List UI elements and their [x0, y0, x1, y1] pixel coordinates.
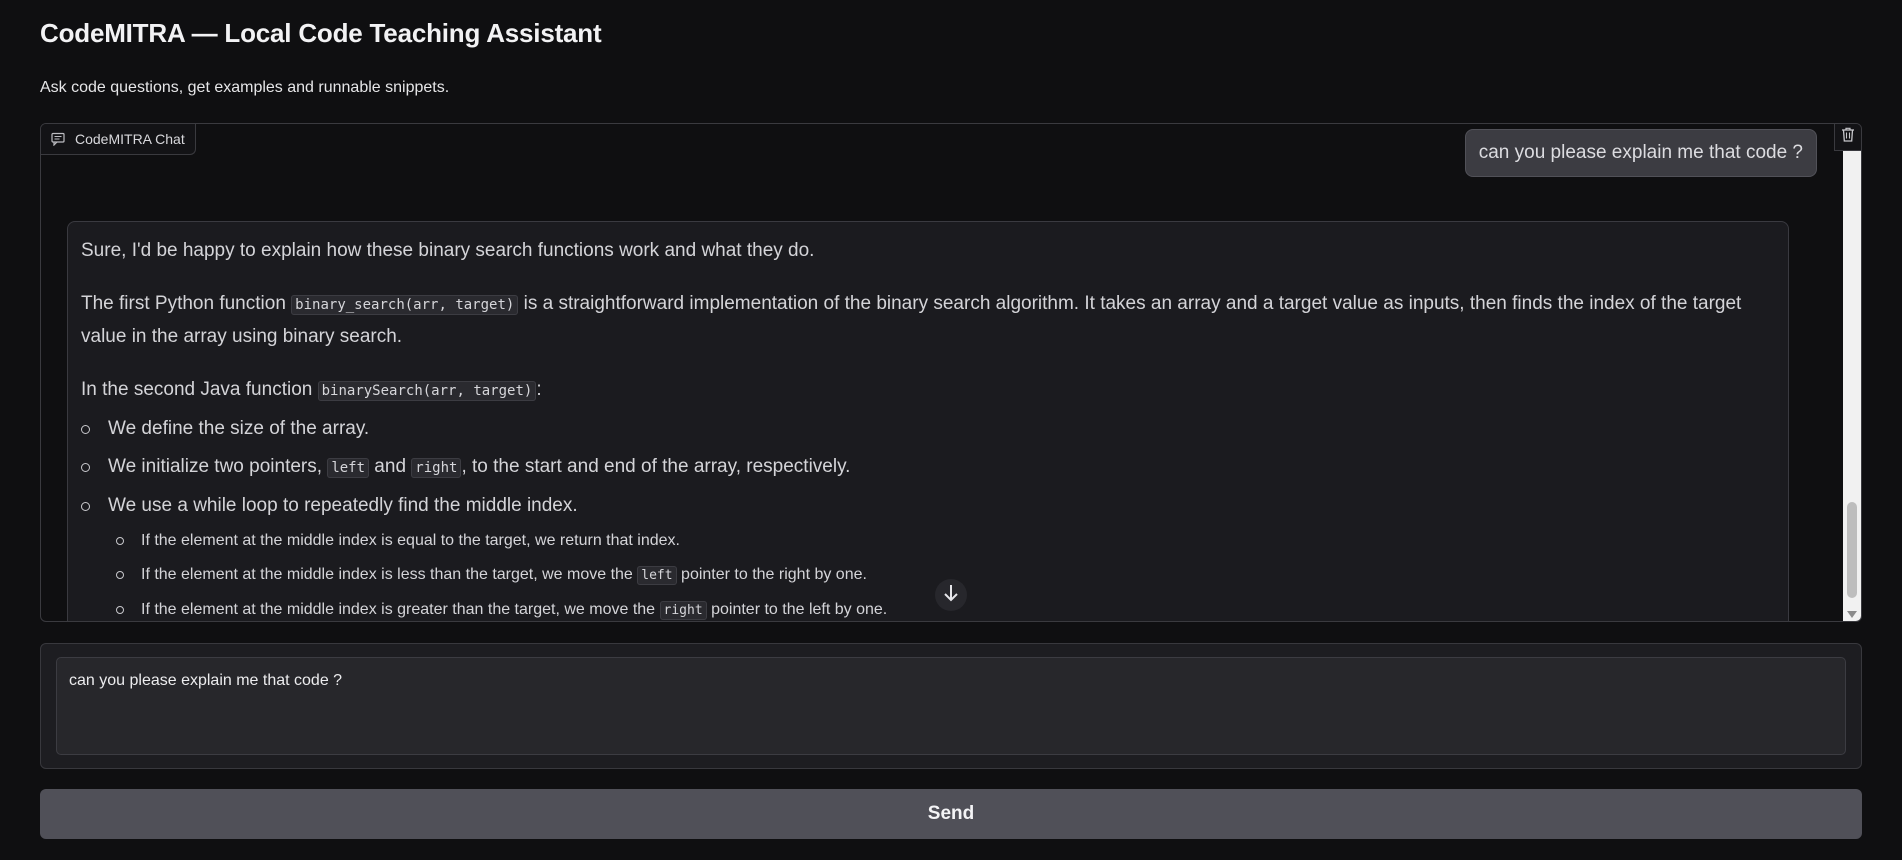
scroll-to-bottom-button[interactable] [935, 579, 967, 611]
send-button[interactable]: Send [40, 789, 1862, 839]
assistant-paragraph: The first Python function binary_search(… [81, 293, 1742, 347]
chatbot-panel: CodeMITRA Chat can you please explain me… [40, 123, 1862, 622]
nested-list-item: If the element at the middle index is eq… [108, 524, 1775, 558]
inline-code: right [659, 601, 707, 620]
page-title: CodeMITRA — Local Code Teaching Assistan… [40, 18, 602, 48]
inline-code: binary_search(arr, target) [291, 295, 519, 315]
chatbot-label-text: CodeMITRA Chat [75, 131, 185, 147]
message-input[interactable]: can you please explain me that code ? [56, 657, 1846, 755]
user-message: can you please explain me that code ? [1464, 129, 1817, 177]
chat-icon [51, 132, 65, 146]
inline-code: binarySearch(arr, target) [317, 381, 537, 401]
clear-chat-button[interactable] [1834, 124, 1861, 151]
chatbot-label: CodeMITRA Chat [41, 124, 196, 155]
list-item: We define the size of the array. [81, 413, 1775, 445]
trash-icon [1841, 127, 1855, 147]
assistant-message: Sure, I'd be happy to explain how these … [67, 221, 1789, 621]
assistant-paragraph: In the second Java function binarySearch… [81, 379, 542, 401]
inline-code: right [411, 458, 462, 478]
inline-code: left [327, 458, 370, 478]
chat-scrollbar[interactable] [1843, 150, 1861, 621]
arrow-down-icon [943, 584, 959, 607]
scrollbar-thumb[interactable] [1847, 502, 1857, 598]
message-input-panel: can you please explain me that code ? [40, 643, 1862, 769]
app-root: CodeMITRA — Local Code Teaching Assistan… [0, 0, 1902, 860]
page-subtitle: Ask code questions, get examples and run… [40, 79, 450, 96]
assistant-paragraph: Sure, I'd be happy to explain how these … [81, 240, 815, 261]
list-item: We initialize two pointers, left and rig… [81, 451, 1775, 484]
bullet-list: We define the size of the array. We init… [81, 413, 1775, 621]
list-item: We use a while loop to repeatedly find t… [81, 490, 1775, 621]
inline-code: left [637, 566, 677, 585]
scrollbar-down-arrow[interactable] [1847, 611, 1857, 618]
